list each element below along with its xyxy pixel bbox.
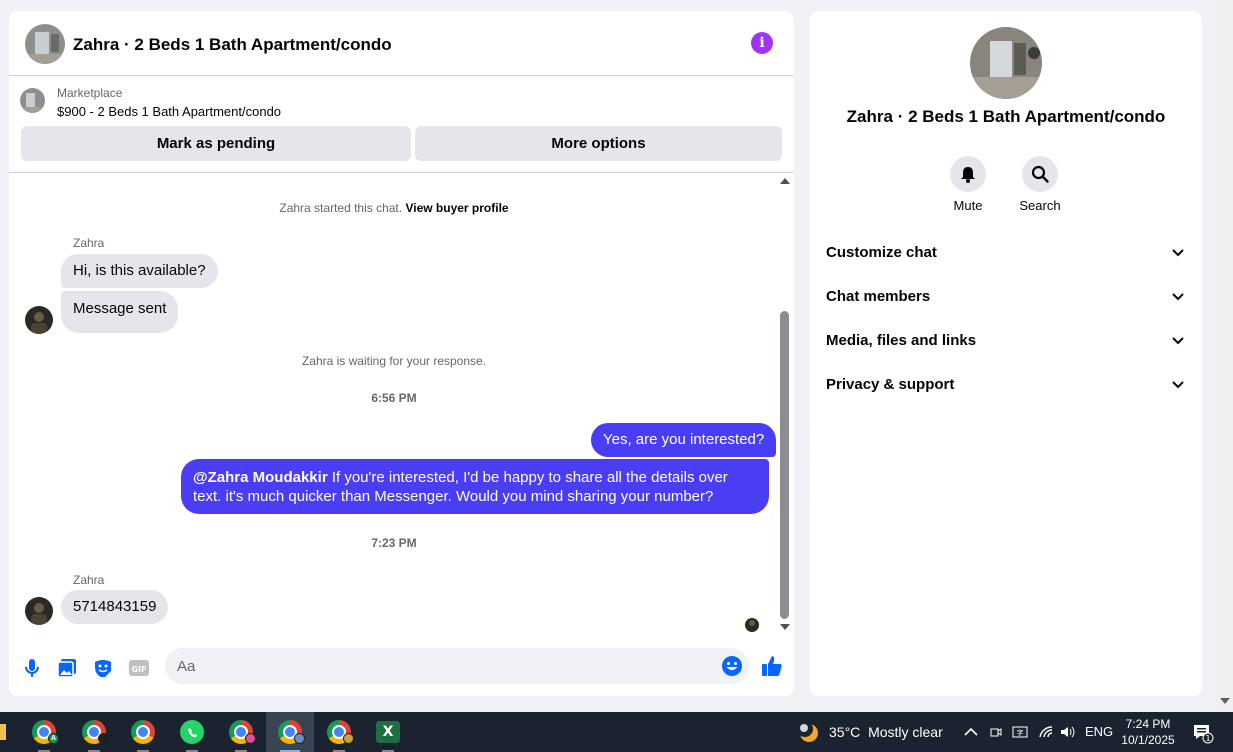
- composer: GIF: [9, 639, 794, 696]
- listing-thumbnail[interactable]: [20, 88, 45, 113]
- search-icon: [1031, 165, 1049, 183]
- chat-header: Zahra · 2 Beds 1 Bath Apartment/condo i: [9, 11, 794, 76]
- taskbar-whatsapp[interactable]: [168, 712, 216, 752]
- outgoing-message[interactable]: Yes, are you interested?: [591, 423, 777, 457]
- search-action[interactable]: Search: [1010, 156, 1070, 213]
- incoming-message[interactable]: Message sent: [61, 291, 179, 333]
- profile-badge: [343, 733, 354, 744]
- chat-info-panel: Zahra · 2 Beds 1 Bath Apartment/condo Mu…: [810, 11, 1202, 696]
- message-scrollbar[interactable]: [778, 174, 792, 639]
- scroll-up-arrow[interactable]: [780, 178, 790, 184]
- incoming-message[interactable]: Hi, is this available?: [61, 254, 218, 288]
- sticker-icon[interactable]: [92, 657, 114, 679]
- listing-title[interactable]: $900 - 2 Beds 1 Bath Apartment/condo: [57, 104, 281, 119]
- taskbar-chrome-profile-a[interactable]: A: [20, 712, 68, 752]
- weather-widget[interactable]: 35°C Mostly clear: [829, 724, 943, 740]
- taskbar-chrome-profile-3[interactable]: [217, 712, 265, 752]
- listing-bar: Marketplace $900 - 2 Beds 1 Bath Apartme…: [9, 76, 794, 173]
- listing-category: Marketplace: [57, 86, 123, 100]
- taskbar: A X 35°C Mostly clear 字 ENG 7:24 PM 10/1…: [0, 712, 1233, 752]
- file-explorer-icon[interactable]: [0, 724, 6, 740]
- page-scroll-down-arrow[interactable]: [1220, 698, 1230, 704]
- chevron-up-icon[interactable]: [964, 726, 978, 738]
- mark-as-pending-button[interactable]: Mark as pending: [21, 126, 411, 161]
- language-indicator[interactable]: ENG: [1085, 724, 1113, 739]
- mute-label: Mute: [953, 198, 983, 213]
- timestamp: 7:23 PM: [371, 536, 417, 550]
- search-label: Search: [1019, 198, 1061, 213]
- outgoing-message[interactable]: @Zahra Moudakkir If you're interested, I…: [181, 459, 769, 514]
- profile-badge: [294, 733, 305, 744]
- chevron-down-icon: [1172, 381, 1184, 389]
- scroll-thumb[interactable]: [780, 311, 789, 619]
- message-list: Zahra started this chat. View buyer prof…: [9, 174, 794, 639]
- taskbar-chrome-profile-2[interactable]: [70, 712, 118, 752]
- microphone-icon[interactable]: [21, 657, 43, 679]
- more-options-button[interactable]: More options: [415, 126, 782, 161]
- like-icon[interactable]: [760, 654, 784, 678]
- gif-icon[interactable]: GIF: [128, 657, 150, 679]
- whatsapp-icon: [180, 720, 204, 744]
- weather-moon-icon[interactable]: [796, 720, 820, 744]
- chat-panel: Zahra · 2 Beds 1 Bath Apartment/condo i …: [9, 11, 794, 696]
- sender-avatar[interactable]: [25, 306, 53, 334]
- read-receipt-avatar: [745, 618, 759, 632]
- emoji-icon[interactable]: [721, 655, 743, 677]
- page-scrollbar[interactable]: [1217, 0, 1233, 712]
- info-icon[interactable]: i: [751, 32, 773, 54]
- notification-count: 1: [1205, 734, 1210, 743]
- scroll-down-arrow[interactable]: [780, 624, 790, 630]
- taskbar-chrome[interactable]: [119, 712, 167, 752]
- bell-icon: [961, 167, 975, 183]
- chevron-down-icon: [1172, 337, 1184, 345]
- chrome-icon: [131, 720, 155, 744]
- wifi-icon[interactable]: [1038, 725, 1054, 739]
- chat-started-notice: Zahra started this chat. View buyer prof…: [279, 201, 509, 215]
- chevron-down-icon: [1172, 293, 1184, 301]
- svg-text:GIF: GIF: [131, 665, 146, 674]
- waiting-notice: Zahra is waiting for your response.: [301, 354, 487, 368]
- chevron-down-icon: [1172, 249, 1184, 257]
- section-privacy-support[interactable]: Privacy & support: [826, 370, 1188, 400]
- profile-badge: [98, 733, 109, 744]
- taskbar-excel[interactable]: X: [364, 712, 412, 752]
- svg-text:字: 字: [1017, 728, 1024, 737]
- section-customize-chat[interactable]: Customize chat: [826, 238, 1188, 268]
- volume-icon[interactable]: [1060, 725, 1076, 739]
- language-ime-icon[interactable]: 字: [1012, 725, 1028, 739]
- sender-name: Zahra: [73, 236, 105, 250]
- view-buyer-profile-link[interactable]: View buyer profile: [405, 201, 508, 215]
- chat-title[interactable]: Zahra · 2 Beds 1 Bath Apartment/condo: [73, 35, 392, 55]
- sender-avatar[interactable]: [25, 597, 53, 625]
- system-clock[interactable]: 7:24 PM 10/1/2025: [1118, 716, 1178, 748]
- taskbar-chrome-profile-5[interactable]: [315, 712, 363, 752]
- section-chat-members[interactable]: Chat members: [826, 282, 1188, 312]
- info-avatar[interactable]: [970, 27, 1042, 99]
- search-button[interactable]: [1022, 156, 1058, 192]
- excel-icon: X: [376, 721, 400, 743]
- notification-center-icon[interactable]: 1: [1192, 722, 1214, 744]
- listing-avatar[interactable]: [25, 24, 65, 64]
- timestamp: 6:56 PM: [371, 391, 417, 405]
- profile-badge: A: [48, 733, 59, 744]
- mention[interactable]: @Zahra Moudakkir: [193, 469, 328, 486]
- taskbar-chrome-profile-4[interactable]: [266, 712, 314, 752]
- meet-now-icon[interactable]: [989, 725, 1003, 739]
- incoming-message[interactable]: 5714843159: [61, 590, 169, 624]
- section-media-files-links[interactable]: Media, files and links: [826, 326, 1188, 356]
- profile-badge: [245, 733, 256, 744]
- info-name: Zahra · 2 Beds 1 Bath Apartment/condo: [846, 107, 1166, 126]
- mute-button[interactable]: [950, 156, 986, 192]
- mute-action[interactable]: Mute: [938, 156, 998, 213]
- sender-name: Zahra: [73, 573, 105, 587]
- photo-icon[interactable]: [56, 657, 78, 679]
- message-input[interactable]: [165, 648, 749, 684]
